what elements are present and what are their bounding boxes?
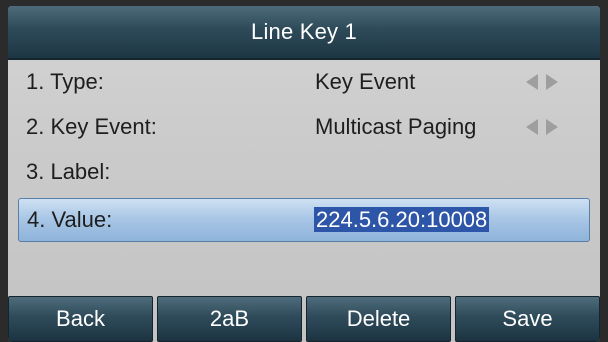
triangle-left-icon[interactable] [526, 74, 538, 90]
selected-value-text[interactable]: 224.5.6.20:10008 [314, 207, 490, 232]
field-label-key-event: 2. Key Event: [26, 114, 157, 139]
field-value-type: Key Event [315, 69, 416, 94]
field-row-type[interactable]: 1. Type: Key Event [8, 60, 600, 104]
triangle-left-icon[interactable] [526, 119, 538, 135]
field-label-value: 4. Value: [27, 207, 113, 232]
triangle-right-icon[interactable] [546, 119, 558, 135]
phone-screen: Line Key 1 1. Type: Key Event 2. Key Eve… [8, 6, 600, 342]
title-bar: Line Key 1 [8, 6, 600, 60]
field-value-key-event: Multicast Paging [315, 114, 477, 139]
field-label-type: 1. Type: [26, 69, 104, 94]
field-row-value-selected[interactable]: 4. Value: 224.5.6.20:10008 [18, 198, 590, 242]
input-mode-button[interactable]: 2aB [157, 296, 302, 342]
field-row-label[interactable]: 3. Label: [8, 150, 600, 194]
type-selector-arrows [526, 74, 558, 90]
triangle-right-icon[interactable] [546, 74, 558, 90]
key-event-selector-arrows [526, 119, 558, 135]
field-label-label: 3. Label: [26, 159, 111, 184]
back-button[interactable]: Back [8, 296, 153, 342]
save-button[interactable]: Save [455, 296, 600, 342]
field-value-input[interactable]: 224.5.6.20:10008 [314, 207, 490, 233]
field-row-key-event[interactable]: 2. Key Event: Multicast Paging [8, 105, 600, 149]
softkey-bar: Back 2aB Delete Save [8, 296, 600, 342]
page-title: Line Key 1 [251, 19, 357, 44]
delete-button[interactable]: Delete [306, 296, 451, 342]
